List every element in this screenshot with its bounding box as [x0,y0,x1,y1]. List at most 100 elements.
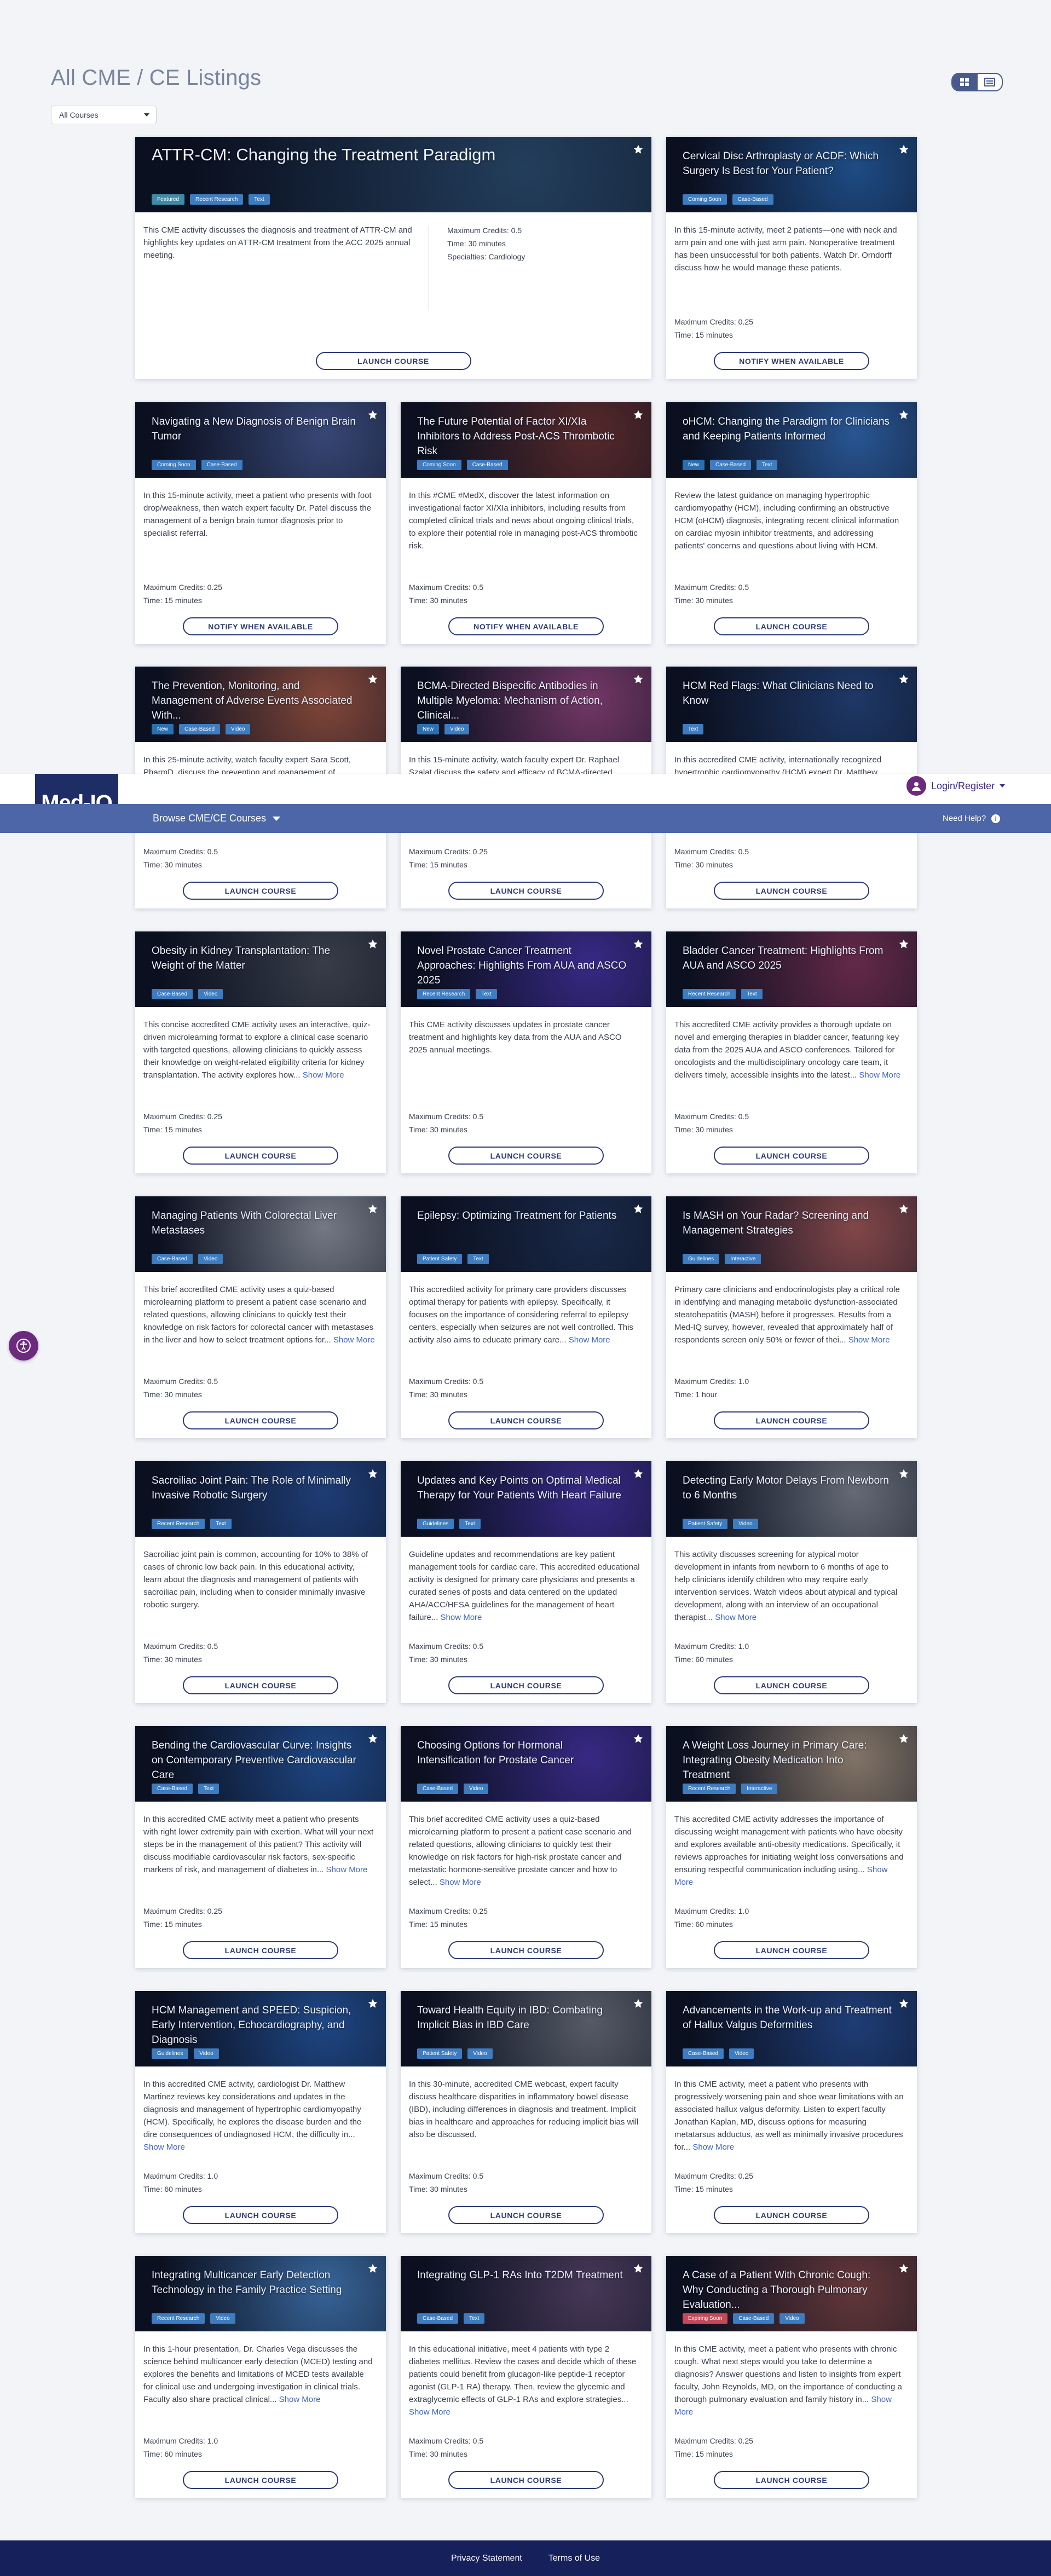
favorite-star-icon[interactable] [367,1733,378,1744]
favorite-star-icon[interactable] [633,409,644,420]
course-thumbnail[interactable]: The Prevention, Monitoring, and Manageme… [135,667,386,742]
course-title[interactable]: HCM Management and SPEED: Suspicion, Ear… [152,2003,362,2047]
course-title[interactable]: Updates and Key Points on Optimal Medica… [417,1473,627,1503]
favorite-star-icon[interactable] [367,939,378,950]
launch-course-button[interactable]: LAUNCH COURSE [714,617,869,635]
course-card[interactable]: The Future Potential of Factor XI/XIa In… [401,402,651,644]
show-more-link[interactable]: Show More [143,2143,185,2152]
course-thumbnail[interactable]: Bladder Cancer Treatment: Highlights Fro… [666,931,917,1007]
notify-when-available-button[interactable]: NOTIFY WHEN AVAILABLE [183,617,338,635]
course-title[interactable]: ATTR-CM: Changing the Treatment Paradigm [152,144,627,165]
show-more-link[interactable]: Show More [440,1878,481,1887]
favorite-star-icon[interactable] [367,1468,378,1479]
course-title[interactable]: Choosing Options for Hormonal Intensific… [417,1738,627,1768]
launch-course-button[interactable]: LAUNCH COURSE [183,1147,338,1165]
launch-course-button[interactable]: LAUNCH COURSE [714,1411,869,1429]
course-thumbnail[interactable]: A Weight Loss Journey in Primary Care: I… [666,1726,917,1802]
course-thumbnail[interactable]: Integrating Multicancer Early Detection … [135,2256,386,2331]
favorite-star-icon[interactable] [898,144,909,155]
launch-course-button[interactable]: LAUNCH COURSE [714,1941,869,1959]
favorite-star-icon[interactable] [898,939,909,950]
launch-course-button[interactable]: LAUNCH COURSE [315,352,471,370]
course-title[interactable]: Integrating Multicancer Early Detection … [152,2268,362,2297]
course-thumbnail[interactable]: HCM Management and SPEED: Suspicion, Ear… [135,1991,386,2066]
browse-courses-menu[interactable]: Browse CME/CE Courses [153,804,281,833]
course-thumbnail[interactable]: Detecting Early Motor Delays From Newbor… [666,1461,917,1537]
course-title[interactable]: Epilepsy: Optimizing Treatment for Patie… [417,1208,627,1223]
show-more-link[interactable]: Show More [569,1335,610,1345]
course-card[interactable]: A Weight Loss Journey in Primary Care: I… [666,1726,917,1968]
favorite-star-icon[interactable] [898,1733,909,1744]
course-thumbnail[interactable]: Is MASH on Your Radar? Screening and Man… [666,1196,917,1272]
course-thumbnail[interactable]: Navigating a New Diagnosis of Benign Bra… [135,402,386,478]
favorite-star-icon[interactable] [633,674,644,685]
course-card[interactable]: Detecting Early Motor Delays From Newbor… [666,1461,917,1703]
launch-course-button[interactable]: LAUNCH COURSE [183,1411,338,1429]
launch-course-button[interactable]: LAUNCH COURSE [448,882,604,900]
course-title[interactable]: Detecting Early Motor Delays From Newbor… [683,1473,893,1503]
course-title[interactable]: Toward Health Equity in IBD: Combating I… [417,2003,627,2033]
favorite-star-icon[interactable] [367,409,378,420]
course-thumbnail[interactable]: Advancements in the Work-up and Treatmen… [666,1991,917,2066]
course-title[interactable]: The Prevention, Monitoring, and Manageme… [152,679,362,723]
show-more-link[interactable]: Show More [692,2143,734,2152]
course-title[interactable]: Novel Prostate Cancer Treatment Approach… [417,943,627,988]
course-card[interactable]: Managing Patients With Colorectal Liver … [135,1196,386,1438]
favorite-star-icon[interactable] [633,1998,644,2009]
privacy-statement-link[interactable]: Privacy Statement [451,2554,522,2563]
show-more-link[interactable]: Show More [333,1335,375,1345]
course-filter-select[interactable]: All Courses [51,106,157,124]
course-card[interactable]: A Case of a Patient With Chronic Cough: … [666,2256,917,2498]
course-title[interactable]: Navigating a New Diagnosis of Benign Bra… [152,414,362,444]
course-thumbnail[interactable]: Managing Patients With Colorectal Liver … [135,1196,386,1272]
launch-course-button[interactable]: LAUNCH COURSE [448,2471,604,2489]
course-title[interactable]: Obesity in Kidney Transplantation: The W… [152,943,362,973]
course-card[interactable]: Advancements in the Work-up and Treatmen… [666,1991,917,2233]
course-card[interactable]: Novel Prostate Cancer Treatment Approach… [401,931,651,1173]
favorite-star-icon[interactable] [367,1998,378,2009]
course-thumbnail[interactable]: Choosing Options for Hormonal Intensific… [401,1726,651,1802]
course-thumbnail[interactable]: Obesity in Kidney Transplantation: The W… [135,931,386,1007]
launch-course-button[interactable]: LAUNCH COURSE [183,1676,338,1694]
need-help-link[interactable]: Need Help? i [943,804,1001,833]
favorite-star-icon[interactable] [898,409,909,420]
favorite-star-icon[interactable] [633,1468,644,1479]
course-thumbnail[interactable]: Cervical Disc Arthroplasty or ACDF: Whic… [666,137,917,212]
course-thumbnail[interactable]: Toward Health Equity in IBD: Combating I… [401,1991,651,2066]
login-register-button[interactable]: Login/Register [906,776,1006,796]
course-card[interactable]: Obesity in Kidney Transplantation: The W… [135,931,386,1173]
course-card[interactable]: Bending the Cardiovascular Curve: Insigh… [135,1726,386,1968]
favorite-star-icon[interactable] [633,1733,644,1744]
course-card[interactable]: oHCM: Changing the Paradigm for Clinicia… [666,402,917,644]
course-thumbnail[interactable]: HCM Red Flags: What Clinicians Need to K… [666,667,917,742]
course-thumbnail[interactable]: Updates and Key Points on Optimal Medica… [401,1461,651,1537]
notify-when-available-button[interactable]: NOTIFY WHEN AVAILABLE [448,617,604,635]
course-thumbnail[interactable]: Novel Prostate Cancer Treatment Approach… [401,931,651,1007]
list-view-button[interactable] [977,74,1002,90]
launch-course-button[interactable]: LAUNCH COURSE [183,2471,338,2489]
course-thumbnail[interactable]: A Case of a Patient With Chronic Cough: … [666,2256,917,2331]
course-card[interactable]: HCM Management and SPEED: Suspicion, Ear… [135,1991,386,2233]
favorite-star-icon[interactable] [633,1203,644,1214]
show-more-link[interactable]: Show More [303,1070,344,1080]
course-title[interactable]: Bladder Cancer Treatment: Highlights Fro… [683,943,893,973]
show-more-link[interactable]: Show More [715,1613,757,1622]
course-card[interactable]: Updates and Key Points on Optimal Medica… [401,1461,651,1703]
favorite-star-icon[interactable] [633,2263,644,2274]
launch-course-button[interactable]: LAUNCH COURSE [183,2206,338,2224]
course-title[interactable]: The Future Potential of Factor XI/XIa In… [417,414,627,459]
course-title[interactable]: HCM Red Flags: What Clinicians Need to K… [683,679,893,708]
course-title[interactable]: BCMA-Directed Bispecific Antibodies in M… [417,679,627,723]
launch-course-button[interactable]: LAUNCH COURSE [714,2471,869,2489]
show-more-link[interactable]: Show More [326,1865,368,1874]
course-thumbnail[interactable]: Bending the Cardiovascular Curve: Insigh… [135,1726,386,1802]
accessibility-button[interactable] [9,1331,38,1361]
launch-course-button[interactable]: LAUNCH COURSE [714,2206,869,2224]
show-more-link[interactable]: Show More [848,1335,890,1345]
course-card[interactable]: Is MASH on Your Radar? Screening and Man… [666,1196,917,1438]
terms-of-use-link[interactable]: Terms of Use [548,2554,600,2563]
course-card[interactable]: Integrating GLP-1 RAs Into T2DM Treatmen… [401,2256,651,2498]
course-thumbnail[interactable]: oHCM: Changing the Paradigm for Clinicia… [666,402,917,478]
launch-course-button[interactable]: LAUNCH COURSE [714,1147,869,1165]
course-card[interactable]: Sacroiliac Joint Pain: The Role of Minim… [135,1461,386,1703]
